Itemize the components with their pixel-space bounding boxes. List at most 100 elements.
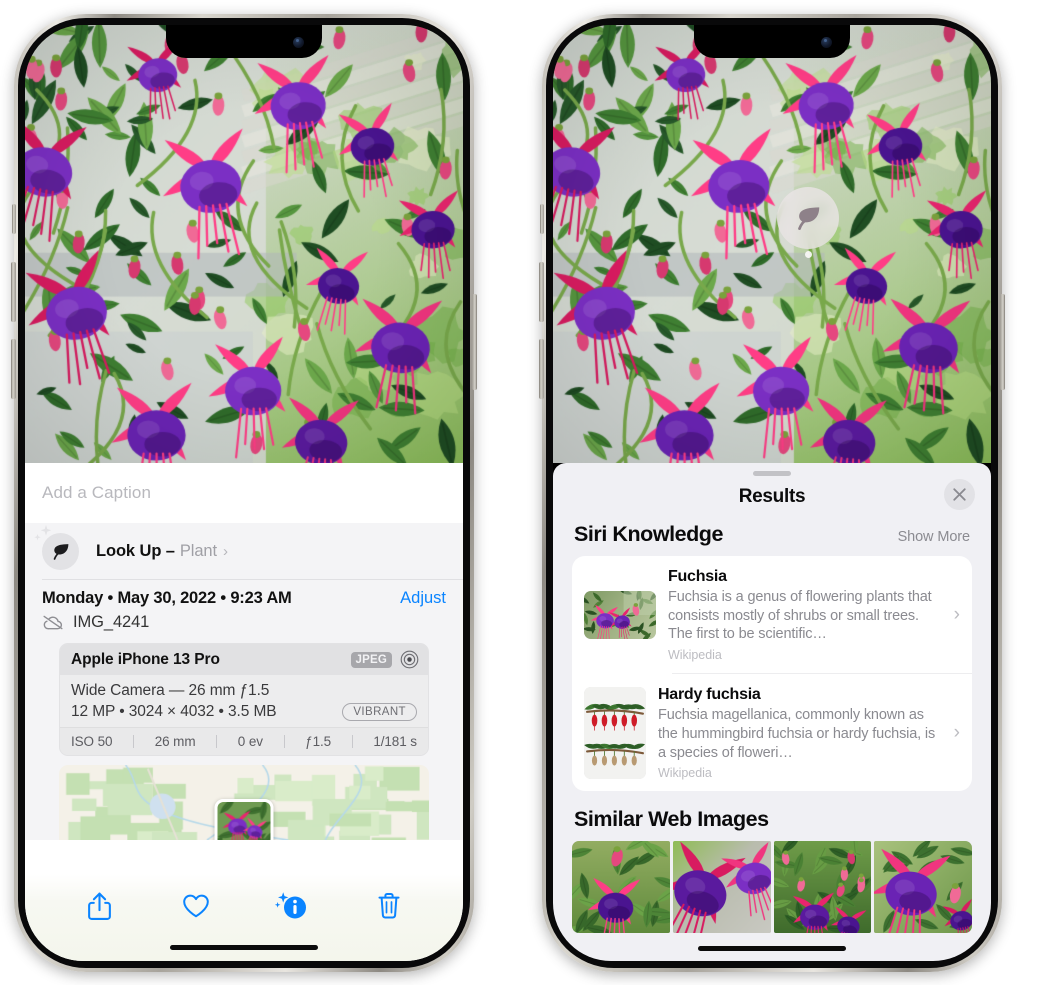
knowledge-row[interactable]: Hardy fuchsia Fuchsia magellanica, common… bbox=[572, 674, 972, 791]
knowledge-source: Wikipedia bbox=[668, 648, 722, 663]
photo-filename: IMG_4241 bbox=[73, 613, 150, 631]
similar-web-images-strip bbox=[553, 841, 991, 934]
info-button[interactable] bbox=[271, 885, 313, 927]
map-photo-pin[interactable] bbox=[214, 799, 274, 840]
adjust-button[interactable]: Adjust bbox=[400, 589, 446, 608]
camera-body: Wide Camera — 26 mm ƒ1.5 12 MP • 3024 × … bbox=[60, 675, 428, 727]
camera-filesize: 12 MP • 3024 × 4032 • 3.5 MB bbox=[71, 703, 277, 720]
home-indicator[interactable] bbox=[698, 946, 846, 951]
delete-button[interactable] bbox=[368, 885, 410, 927]
chevron-right-icon: › bbox=[953, 722, 960, 744]
filename-row: IMG_4241 bbox=[42, 613, 446, 632]
close-button[interactable] bbox=[944, 479, 975, 510]
metadata-block: Monday • May 30, 2022 • 9:23 AM Adjust I… bbox=[25, 580, 463, 840]
volume-up-button[interactable] bbox=[539, 262, 544, 322]
results-header: Results bbox=[553, 476, 991, 518]
exif-item: 0 ev bbox=[237, 734, 263, 749]
section-title: Similar Web Images bbox=[574, 807, 769, 832]
exif-separator bbox=[351, 735, 353, 748]
exif-item: ƒ1.5 bbox=[305, 734, 332, 749]
leaf-icon bbox=[798, 207, 820, 230]
knowledge-text: Hardy fuchsia Fuchsia magellanica, common… bbox=[658, 685, 940, 780]
mute-switch[interactable] bbox=[540, 204, 544, 234]
power-button[interactable] bbox=[1000, 294, 1005, 390]
map-thumbnail[interactable] bbox=[59, 765, 429, 840]
siri-knowledge-header: Siri Knowledge Show More bbox=[553, 518, 991, 556]
visual-look-up-badge[interactable] bbox=[777, 187, 839, 249]
leaf-glyph bbox=[53, 543, 69, 560]
power-button[interactable] bbox=[472, 294, 477, 390]
volume-down-button[interactable] bbox=[11, 339, 16, 399]
photo-viewer[interactable] bbox=[553, 25, 991, 463]
chevron-right-icon: › bbox=[222, 542, 228, 560]
knowledge-thumbnail bbox=[584, 590, 656, 639]
raw-circle-icon bbox=[400, 650, 419, 669]
right-screen: Results Siri Knowledge Show More Fuchsia… bbox=[553, 25, 991, 961]
knowledge-thumbnail bbox=[584, 686, 646, 779]
cloud-slash-icon bbox=[43, 615, 63, 630]
knowledge-source: Wikipedia bbox=[658, 766, 712, 781]
photo-viewer[interactable] bbox=[25, 25, 463, 463]
notch bbox=[166, 25, 322, 58]
right-phone: Results Siri Knowledge Show More Fuchsia… bbox=[539, 14, 1005, 972]
look-up-subject: Plant bbox=[179, 541, 217, 560]
knowledge-row[interactable]: Fuchsia Fuchsia is a genus of flowering p… bbox=[572, 556, 972, 673]
knowledge-card: Fuchsia Fuchsia is a genus of flowering p… bbox=[572, 556, 972, 792]
show-more-button[interactable]: Show More bbox=[898, 529, 971, 545]
left-phone: Add a Caption Look Up – Plant › Monday •… bbox=[11, 14, 477, 972]
leaf-icon bbox=[34, 524, 79, 570]
volume-up-button[interactable] bbox=[11, 262, 16, 322]
notch bbox=[694, 25, 850, 58]
exif-separator bbox=[133, 735, 135, 748]
mute-switch[interactable] bbox=[12, 204, 16, 234]
close-icon bbox=[953, 488, 966, 501]
share-button[interactable] bbox=[78, 885, 120, 927]
exif-row: ISO 50 26 mm 0 ev ƒ1.5 1/181 s bbox=[60, 727, 428, 755]
badge-pointer-dot bbox=[805, 251, 812, 258]
web-image-thumbnail[interactable] bbox=[874, 841, 972, 934]
front-camera-icon bbox=[293, 37, 304, 48]
knowledge-text: Fuchsia Fuchsia is a genus of flowering p… bbox=[668, 567, 940, 662]
results-sheet: Results Siri Knowledge Show More Fuchsia… bbox=[553, 463, 991, 961]
volume-down-button[interactable] bbox=[539, 339, 544, 399]
format-badge: JPEG bbox=[350, 651, 392, 668]
web-image-thumbnail[interactable] bbox=[572, 841, 670, 934]
photo-datetime: Monday • May 30, 2022 • 9:23 AM bbox=[42, 589, 292, 607]
left-screen: Add a Caption Look Up – Plant › Monday •… bbox=[25, 25, 463, 961]
camera-lens: Wide Camera — 26 mm ƒ1.5 bbox=[71, 682, 270, 699]
home-indicator[interactable] bbox=[170, 945, 318, 950]
caption-placeholder: Add a Caption bbox=[42, 483, 152, 502]
knowledge-description: Fuchsia magellanica, commonly known as t… bbox=[658, 707, 936, 761]
look-up-row[interactable]: Look Up – Plant › bbox=[25, 523, 463, 579]
camera-header: Apple iPhone 13 Pro JPEG bbox=[60, 644, 428, 675]
front-camera-icon bbox=[821, 37, 832, 48]
results-title: Results bbox=[738, 486, 806, 507]
knowledge-description: Fuchsia is a genus of flowering plants t… bbox=[668, 589, 932, 643]
similar-web-images-header: Similar Web Images bbox=[553, 791, 991, 839]
exif-separator bbox=[283, 735, 285, 748]
knowledge-title: Fuchsia bbox=[668, 568, 727, 585]
exif-item: 1/181 s bbox=[373, 734, 417, 749]
look-up-label: Look Up – bbox=[96, 541, 175, 560]
photographic-style-badge: VIBRANT bbox=[342, 703, 417, 721]
share-icon bbox=[87, 892, 111, 920]
chevron-right-icon: › bbox=[953, 604, 960, 626]
exif-item: ISO 50 bbox=[71, 734, 113, 749]
photo-toolbar bbox=[25, 873, 463, 961]
date-row: Monday • May 30, 2022 • 9:23 AM Adjust bbox=[42, 589, 446, 608]
exif-item: 26 mm bbox=[154, 734, 196, 749]
caption-input[interactable]: Add a Caption bbox=[25, 463, 463, 523]
heart-icon bbox=[182, 894, 209, 918]
exif-separator bbox=[216, 735, 218, 748]
photo-info-sheet: Add a Caption Look Up – Plant › Monday •… bbox=[25, 463, 463, 961]
camera-info-card[interactable]: Apple iPhone 13 Pro JPEG Wide Camera — 2… bbox=[59, 643, 429, 756]
web-image-thumbnail[interactable] bbox=[672, 841, 771, 934]
lookup-block: Look Up – Plant › Monday • May 30, 2022 … bbox=[25, 523, 463, 840]
camera-model: Apple iPhone 13 Pro bbox=[71, 650, 220, 668]
favorite-button[interactable] bbox=[175, 885, 217, 927]
trash-icon bbox=[378, 893, 400, 919]
web-image-thumbnail[interactable] bbox=[773, 841, 872, 934]
section-title: Siri Knowledge bbox=[574, 522, 723, 546]
info-sparkle-icon bbox=[275, 892, 307, 919]
knowledge-title: Hardy fuchsia bbox=[658, 686, 761, 704]
